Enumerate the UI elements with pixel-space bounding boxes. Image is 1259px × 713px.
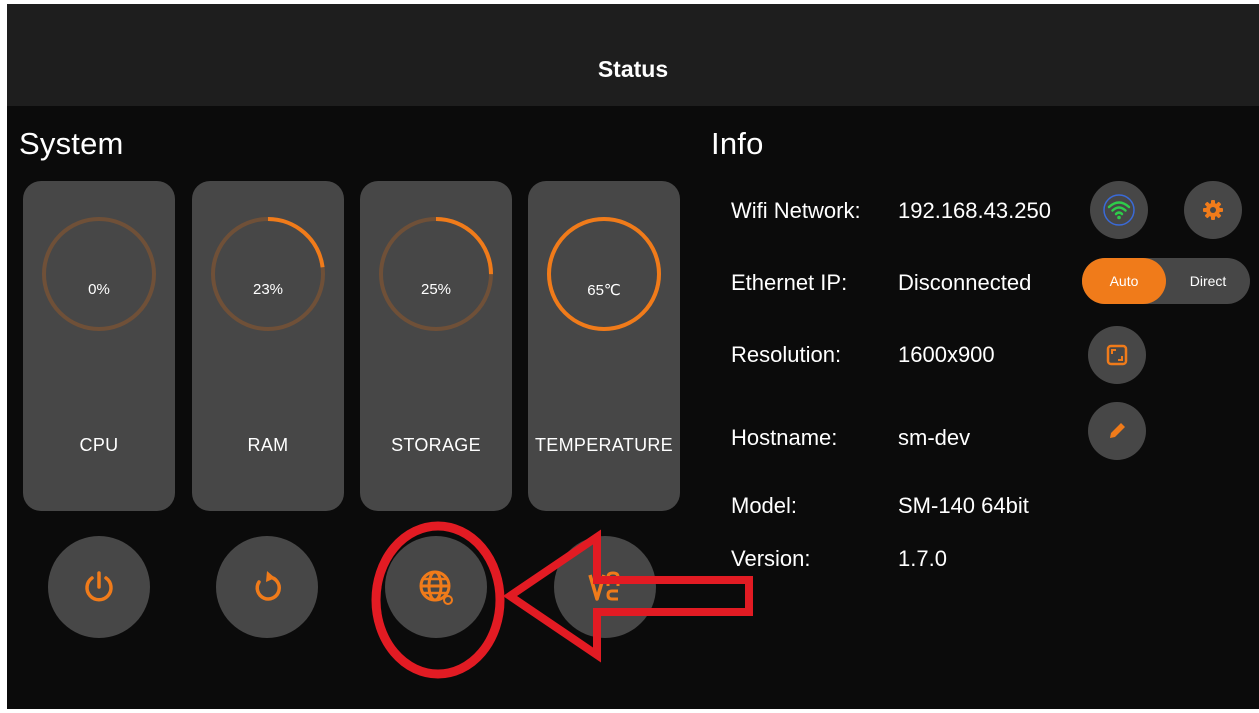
power-button[interactable] [48,536,150,638]
info-section-title: Info [711,126,764,161]
model-value: SM-140 64bit [898,493,1029,518]
web-button[interactable] [385,536,487,638]
model-label: Model: [731,493,798,518]
hostname-label: Hostname: [731,425,838,450]
resolution-label: Resolution: [731,342,842,367]
ethernet-mode-toggle[interactable]: Auto Direct [1082,258,1250,304]
globe-icon [419,570,453,605]
ram-card[interactable]: 23% RAM [192,181,344,511]
cpu-label: CPU [79,435,119,455]
temperature-value: 65℃ [587,282,621,299]
status-screen: Status System Info 0% CPU 23% RAM 25% ST… [7,4,1259,709]
version-value: 1.7.0 [898,546,947,571]
restart-button[interactable] [216,536,318,638]
settings-button[interactable] [1184,181,1242,239]
storage-card[interactable]: 25% STORAGE [360,181,512,511]
temperature-card[interactable]: 65℃ TEMPERATURE [528,181,680,511]
ram-value: 23% [252,281,284,298]
edit-hostname-button[interactable] [1088,402,1146,460]
system-section-title: System [19,126,124,161]
resolution-icon [1106,344,1128,366]
resolution-button[interactable] [1088,326,1146,384]
ram-gauge [211,217,325,331]
header-bar: Status [7,4,1259,106]
toggle-auto-option[interactable]: Auto [1082,258,1166,304]
version-label: Version: [731,546,811,571]
storage-value: 25% [420,281,452,298]
ram-label: RAM [247,435,289,455]
storage-gauge [379,217,493,331]
page-title: Status [597,56,669,82]
cpu-value: 0% [88,281,110,298]
power-icon [85,571,113,602]
wifi-button[interactable] [1090,181,1148,239]
cpu-gauge [42,217,156,331]
vnc-button[interactable] [554,536,656,638]
settings-icon [1203,200,1223,220]
edit-icon [1110,423,1125,438]
cpu-card[interactable]: 0% CPU [23,181,175,511]
temperature-gauge [547,217,661,331]
wifi-label: Wifi Network: [731,198,861,223]
hostname-value: sm-dev [898,425,971,450]
storage-label: STORAGE [391,435,481,455]
ethernet-value: Disconnected [898,270,1032,295]
resolution-value: 1600x900 [898,342,995,367]
toggle-direct-option[interactable]: Direct [1166,258,1250,304]
vnc-icon [588,571,620,601]
wifi-value: 192.168.43.250 [898,198,1051,223]
restart-icon [255,571,281,601]
wifi-icon [1103,194,1135,226]
ethernet-label: Ethernet IP: [731,270,848,295]
temperature-label: TEMPERATURE [535,435,673,455]
